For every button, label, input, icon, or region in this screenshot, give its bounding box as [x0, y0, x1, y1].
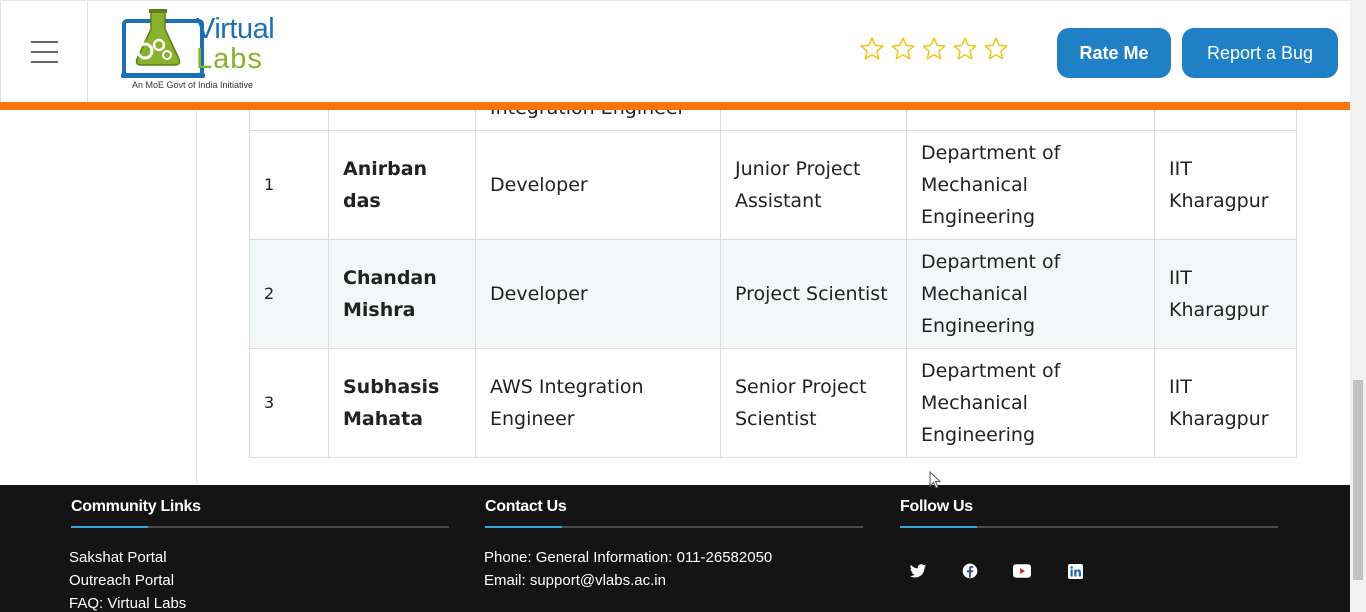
- menu-icon-bar: [31, 61, 58, 63]
- star-rating: [859, 35, 1009, 67]
- footer-divider: [485, 526, 863, 528]
- table-cell-role: Developer: [475, 239, 721, 349]
- logo-text-labs: Labs: [196, 43, 263, 75]
- star-icon[interactable]: [952, 35, 978, 63]
- table-cell-designation: Project Scientist: [720, 239, 907, 349]
- star-icon[interactable]: [983, 35, 1009, 63]
- footer-link-faq[interactable]: FAQ: Virtual Labs: [69, 595, 186, 612]
- site-footer: Community Links Sakshat Portal Outreach …: [0, 485, 1350, 612]
- table-cell-institute: IIT Kharagpur: [1154, 239, 1297, 349]
- footer-link-sakshat[interactable]: Sakshat Portal: [69, 549, 167, 566]
- hamburger-menu-button[interactable]: [0, 1, 88, 103]
- footer-heading: Follow Us: [900, 498, 973, 515]
- page-scrollbar[interactable]: [1350, 0, 1366, 612]
- twitter-icon[interactable]: [898, 551, 938, 591]
- star-icon[interactable]: [859, 35, 885, 63]
- table-row: 2 Chandan Mishra Developer Project Scien…: [249, 239, 1297, 349]
- table-cell-name: Anirban das: [328, 130, 476, 240]
- table-row: 1 Anirban das Developer Junior Project A…: [249, 130, 1297, 240]
- star-icon[interactable]: [921, 35, 947, 63]
- site-header: Virtual Labs An MoE Govt of India Initia…: [0, 0, 1350, 103]
- table-cell-designation: Junior Project Assistant: [720, 130, 907, 240]
- report-bug-button[interactable]: Report a Bug: [1182, 28, 1338, 78]
- menu-icon-bar: [31, 41, 58, 43]
- logo-tagline: An MoE Govt of India Initiative: [132, 80, 254, 90]
- table-cell-department: Department of Mechanical Engineering: [906, 348, 1155, 458]
- table-row: 3 Subhasis Mahata AWS Integration Engine…: [249, 348, 1297, 458]
- table-cell-number: 3: [249, 348, 329, 458]
- star-icon[interactable]: [890, 35, 916, 63]
- footer-heading: Contact Us: [485, 498, 567, 515]
- table-cell-number: 2: [249, 239, 329, 349]
- mouse-cursor-icon: [929, 471, 941, 489]
- team-table: Integration Engineer 1 Anirban das Devel…: [249, 56, 1297, 458]
- header-accent-bar: [0, 102, 1350, 110]
- linkedin-icon[interactable]: [1055, 551, 1095, 591]
- table-cell-name: Subhasis Mahata: [328, 348, 476, 458]
- table-cell-department: Department of Mechanical Engineering: [906, 130, 1155, 240]
- footer-link-outreach[interactable]: Outreach Portal: [69, 572, 174, 589]
- page: Integration Engineer 1 Anirban das Devel…: [0, 0, 1366, 612]
- footer-heading: Community Links: [71, 498, 201, 515]
- footer-divider: [900, 526, 1278, 528]
- table-cell-number: 1: [249, 130, 329, 240]
- facebook-icon[interactable]: [950, 551, 990, 591]
- table-cell-designation: Senior Project Scientist: [720, 348, 907, 458]
- youtube-icon[interactable]: [1002, 551, 1042, 591]
- logo-text-virtual: Virtual: [196, 13, 275, 45]
- table-cell-role: AWS Integration Engineer: [475, 348, 721, 458]
- table-cell-role: Developer: [475, 130, 721, 240]
- table-cell-institute: IIT Kharagpur: [1154, 130, 1297, 240]
- footer-divider: [71, 526, 449, 528]
- table-cell-name: Chandan Mishra: [328, 239, 476, 349]
- menu-icon-bar: [31, 51, 58, 53]
- table-cell-institute: IIT Kharagpur: [1154, 348, 1297, 458]
- contact-phone: Phone: General Information: 011-26582050: [484, 549, 773, 566]
- rate-me-button[interactable]: Rate Me: [1057, 28, 1171, 78]
- scrollbar-thumb[interactable]: [1353, 380, 1363, 580]
- contact-email[interactable]: Email: support@vlabs.ac.in: [484, 572, 666, 589]
- sidebar-divider: [196, 110, 197, 485]
- table-cell-department: Department of Mechanical Engineering: [906, 239, 1155, 349]
